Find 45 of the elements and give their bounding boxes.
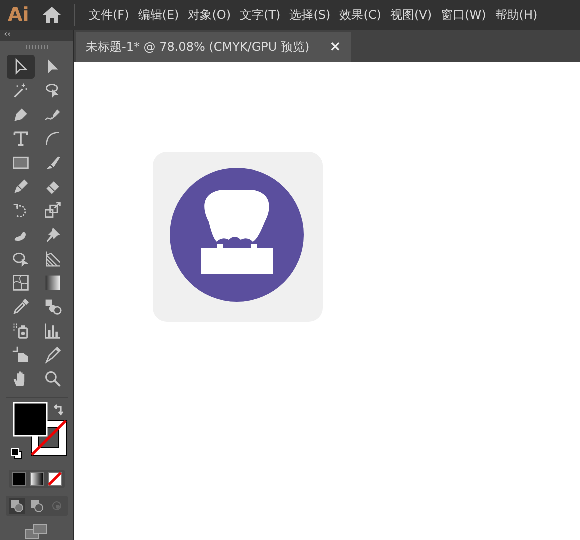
menu-item[interactable]: 窗口(W): [437, 6, 492, 24]
draw-behind-icon[interactable]: [28, 498, 44, 514]
grip-icon[interactable]: [26, 45, 48, 49]
blend-shapes-icon[interactable]: [44, 298, 62, 316]
pen-nib-icon[interactable]: [12, 106, 30, 124]
none-swatch-icon[interactable]: [48, 472, 62, 486]
artboard-icon[interactable]: [12, 346, 30, 364]
pushpin-icon[interactable]: [44, 226, 62, 244]
perspective-grid-icon[interactable]: [44, 250, 62, 268]
gradient-swatch-icon[interactable]: [30, 472, 44, 486]
bar-chart-icon[interactable]: [44, 322, 62, 340]
fill-stroke-swatch-drawing[interactable]: [12, 402, 68, 458]
lasso-icon[interactable]: [44, 82, 62, 100]
menu-item[interactable]: 对象(O): [184, 6, 236, 24]
gradient-square-icon[interactable]: [44, 274, 62, 292]
app-logo: Ai: [8, 4, 30, 26]
scale-icon[interactable]: [44, 202, 62, 220]
arc-line-icon[interactable]: [44, 130, 62, 148]
menu-item[interactable]: 编辑(E): [134, 6, 184, 24]
menu-item[interactable]: 效果(C): [336, 6, 386, 24]
paintbrush-icon[interactable]: [44, 154, 62, 172]
menu-item[interactable]: 文件(F): [85, 6, 134, 24]
screen-mode-icon[interactable]: [24, 524, 48, 540]
document-tab[interactable]: 未标题-1* @ 78.08% (CMYK/GPU 预览) ×: [76, 32, 352, 62]
menu-item[interactable]: 帮助(H): [491, 6, 543, 24]
home-icon[interactable]: [42, 6, 62, 24]
swap-arrow-icon[interactable]: [52, 404, 64, 416]
color-swatch-icon[interactable]: [12, 472, 26, 486]
spray-can-icon[interactable]: [12, 322, 30, 340]
menu-item[interactable]: 选择(S): [286, 6, 336, 24]
eyedropper-icon[interactable]: [12, 298, 30, 316]
pencil-icon[interactable]: [12, 178, 30, 196]
default-colors-icon[interactable]: [10, 448, 22, 460]
rectangle-icon[interactable]: [12, 154, 30, 172]
shape-builder-icon[interactable]: [12, 250, 30, 268]
menu-item[interactable]: 视图(V): [386, 6, 438, 24]
document-tab-title: 未标题-1* @ 78.08% (CMYK/GPU 预览): [86, 38, 310, 56]
magic-wand-icon[interactable]: [12, 82, 30, 100]
close-button[interactable]: ×: [330, 39, 342, 55]
menu-item[interactable]: 文字(T): [236, 6, 286, 24]
type-tool-icon[interactable]: [12, 130, 30, 148]
magnifier-search-icon[interactable]: [44, 370, 62, 388]
mesh-grid-icon[interactable]: [12, 274, 30, 292]
collapse-button[interactable]: ‹‹: [4, 30, 12, 41]
draw-normal-icon[interactable]: [8, 498, 24, 514]
